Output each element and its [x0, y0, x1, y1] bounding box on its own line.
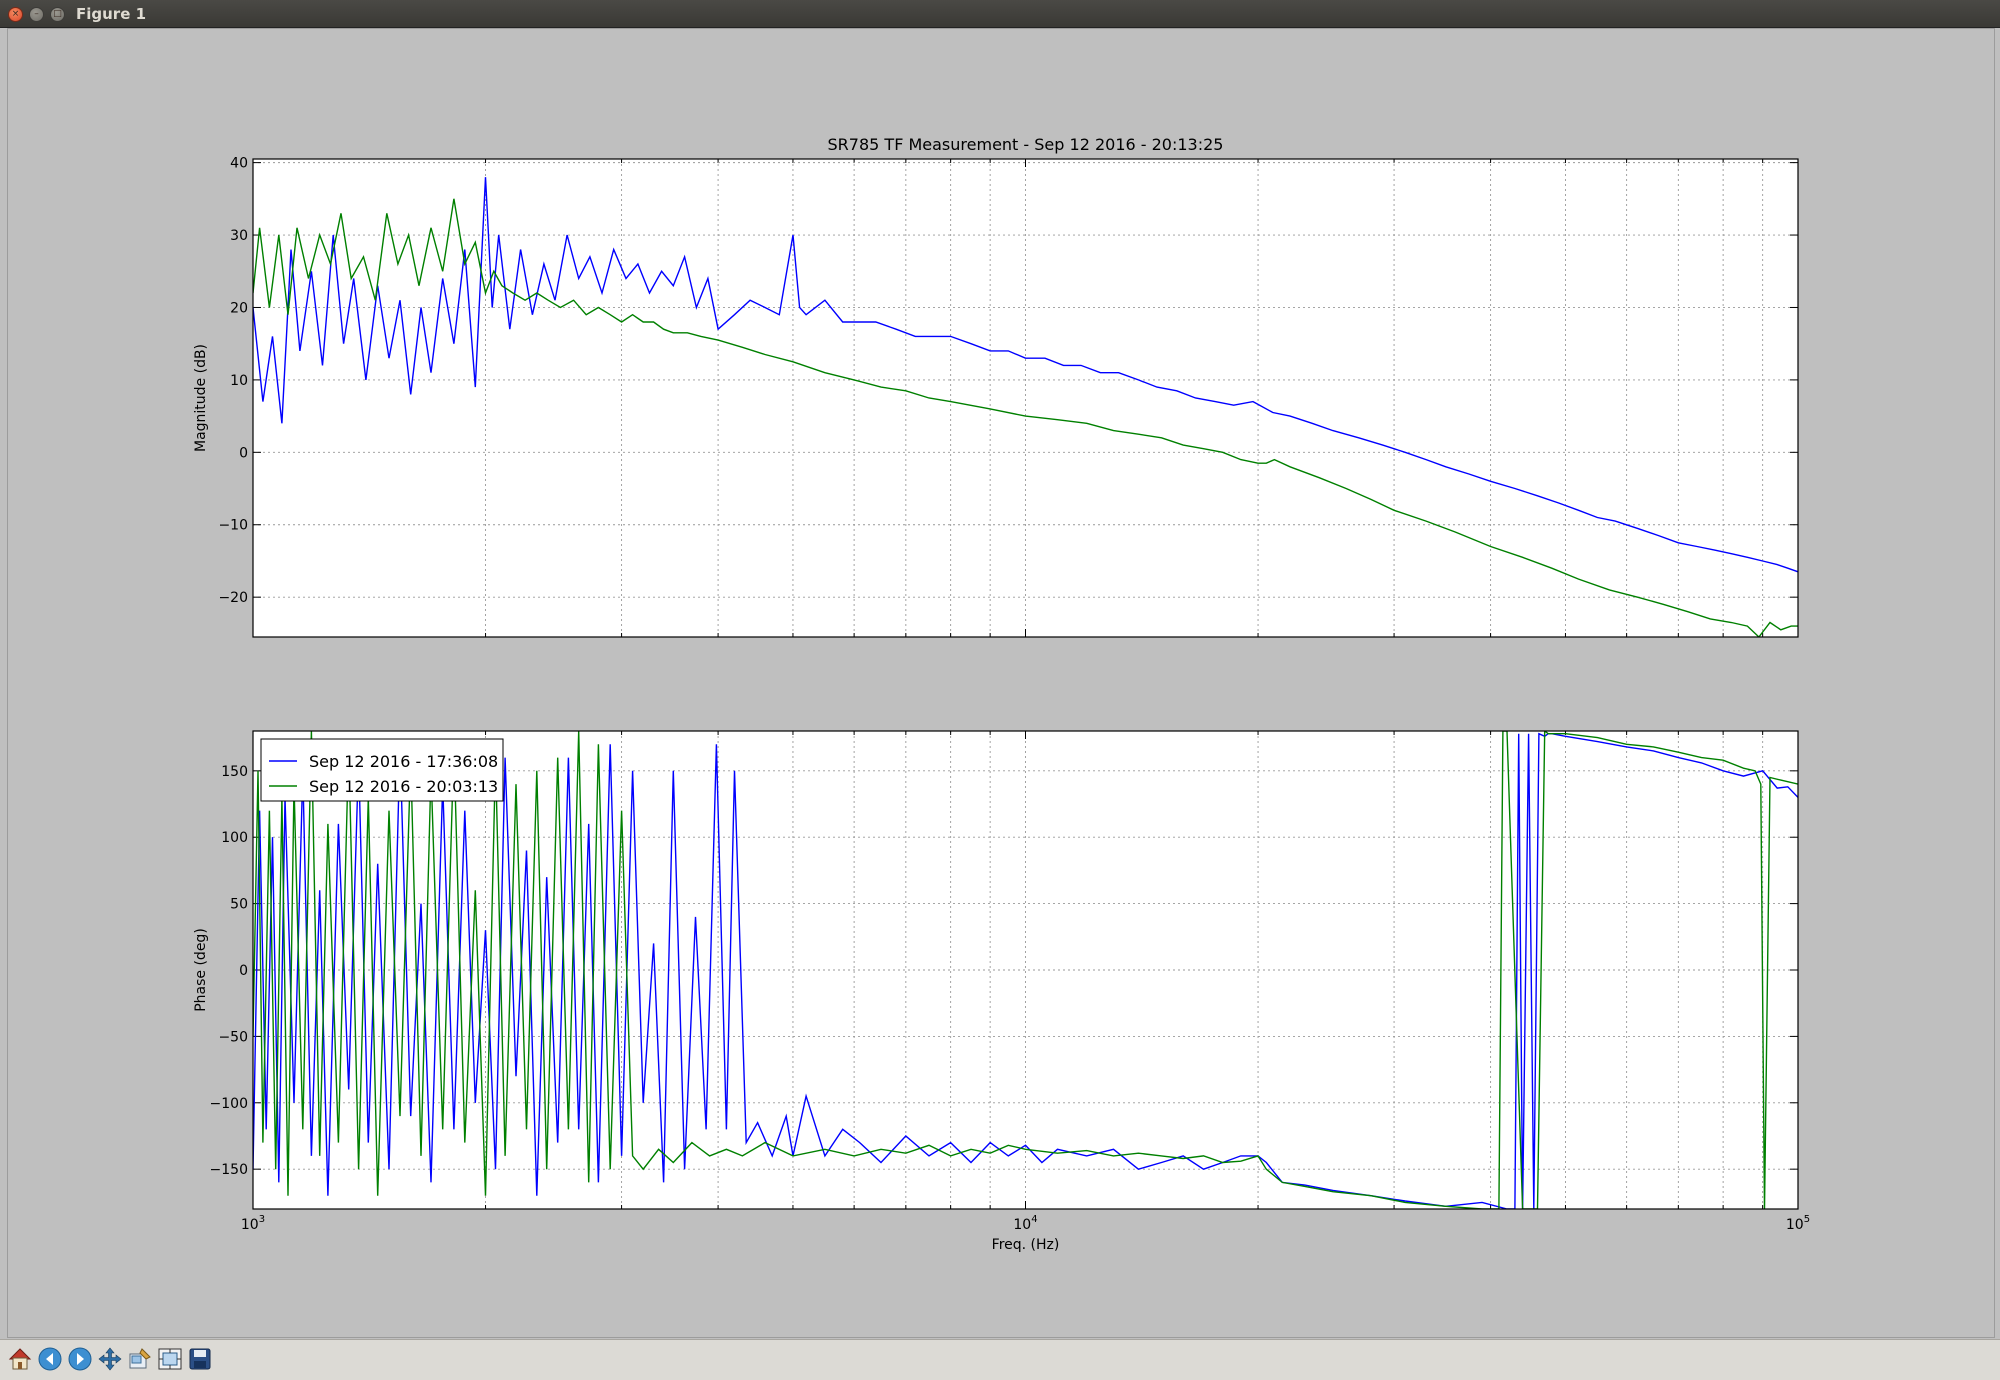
pan-button[interactable]	[96, 1345, 124, 1373]
figure-svg[interactable]: 403020100−10−20SR785 TF Measurement - Se…	[8, 29, 1994, 1337]
y-tick-label: 0	[239, 445, 248, 461]
x-tick-base: 10	[1786, 1217, 1804, 1233]
x-tick-exponent: 3	[259, 1214, 265, 1225]
figure-canvas[interactable]: 40 30 20 10 0 −10 −20 SR785 TF Measurement - Se…	[7, 28, 1995, 1338]
close-icon: ×	[11, 9, 20, 19]
navigation-toolbar	[0, 1339, 2000, 1380]
y-axis-label: Phase (deg)	[193, 928, 209, 1012]
legend: Sep 12 2016 - 17:36:08 Sep 12 2016 - 20:0…	[260, 738, 504, 802]
back-button[interactable]	[36, 1345, 64, 1373]
y-tick-label: 20	[230, 300, 248, 316]
y-tick-label: 100	[221, 830, 248, 846]
pan-icon	[98, 1347, 122, 1371]
y-tick-label: −150	[210, 1162, 248, 1178]
legend-label-1: Sep 12 2016 - 17:36:08	[309, 752, 498, 771]
x-tick-label: 105	[1786, 1214, 1810, 1233]
x-tick-base: 10	[241, 1217, 259, 1233]
home-button[interactable]	[6, 1345, 34, 1373]
y-tick-label: −10	[218, 518, 248, 534]
magnitude-axes: 40 30 20 10 0 −10 −20 SR785 TF Measurement - Se…	[193, 135, 1799, 638]
save-icon	[189, 1348, 211, 1370]
phase-axes: 150 100 50 0 −50 −100 −150 Phase (deg) Freq. (Hz…	[193, 730, 1810, 1253]
x-axis-label: Freq. (Hz)	[992, 1237, 1060, 1253]
zoom-icon	[129, 1348, 151, 1369]
maximize-icon: □	[53, 9, 62, 19]
x-tick-base: 10	[1013, 1217, 1031, 1233]
y-axis-label: Magnitude (dB)	[193, 344, 209, 452]
y-tick-label: 0	[239, 963, 248, 979]
minimize-icon: –	[34, 9, 39, 19]
x-tick-label: 104	[1013, 1214, 1037, 1233]
y-tick-label: 30	[230, 228, 248, 244]
forward-button[interactable]	[66, 1345, 94, 1373]
y-tick-label: −50	[218, 1029, 248, 1045]
x-tick-exponent: 5	[1804, 1214, 1810, 1225]
save-button[interactable]	[186, 1345, 214, 1373]
y-tick-label: 10	[230, 373, 248, 389]
y-tick-label: −100	[210, 1096, 248, 1112]
legend-label-2: Sep 12 2016 - 20:03:13	[309, 777, 498, 796]
subplots-button[interactable]	[156, 1345, 184, 1373]
chart-title: SR785 TF Measurement - Sep 12 2016 - 20:…	[828, 135, 1224, 154]
window-title: Figure 1	[76, 5, 147, 23]
y-tick-label: −20	[218, 590, 248, 606]
window-titlebar: × – □ Figure 1	[0, 0, 2000, 28]
y-tick-label: 50	[230, 897, 248, 913]
zoom-button[interactable]	[126, 1345, 154, 1373]
back-icon	[38, 1347, 62, 1371]
maximize-window-button[interactable]: □	[50, 7, 65, 22]
close-window-button[interactable]: ×	[8, 7, 23, 22]
forward-icon	[68, 1347, 92, 1371]
home-icon	[8, 1348, 32, 1370]
subplots-icon	[158, 1348, 182, 1370]
x-tick-exponent: 4	[1031, 1214, 1037, 1225]
minimize-window-button[interactable]: –	[29, 7, 44, 22]
y-tick-label: 150	[221, 764, 248, 780]
y-tick-label: 40	[230, 156, 248, 172]
x-tick-label: 103	[241, 1214, 265, 1233]
